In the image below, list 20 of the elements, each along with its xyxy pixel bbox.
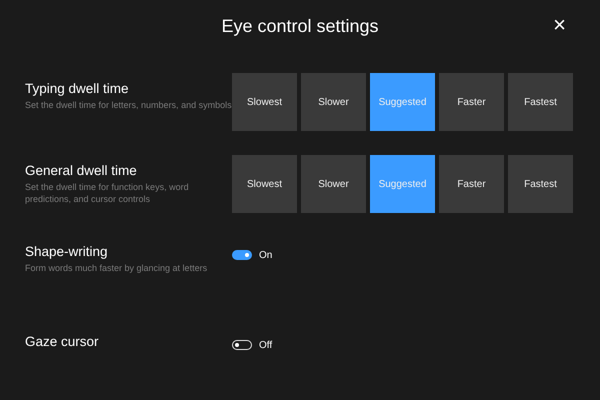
setting-label: General dwell time <box>25 163 138 178</box>
setting-label: Shape-writing <box>25 244 109 259</box>
dwell-option[interactable]: Faster <box>439 73 504 131</box>
setting-description: Set the dwell time for function keys, word predictions, and cursor controls <box>25 181 190 205</box>
toggle-state: On <box>259 250 272 260</box>
window-title: Eye control settings <box>221 16 379 36</box>
dwell-option[interactable]: Faster <box>439 155 504 213</box>
dwell-option[interactable]: Slower <box>301 73 366 131</box>
dwell-option[interactable]: Slower <box>301 155 366 213</box>
setting-label: Gaze cursor <box>25 334 100 349</box>
setting-label: Typing dwell time <box>25 81 130 96</box>
dwell-option[interactable]: Fastest <box>508 155 573 213</box>
toggle-state: Off <box>259 340 272 350</box>
setting-description: Form words much faster by glancing at letters <box>25 262 208 274</box>
dwell-option[interactable]: Fastest <box>508 73 573 131</box>
toggle-switch[interactable] <box>232 250 252 260</box>
setting-description: Set the dwell time for letters, numbers, and symbols <box>25 99 232 111</box>
dwell-option[interactable]: Slowest <box>232 73 297 131</box>
close-button[interactable]: × <box>549 12 570 38</box>
dwell-option[interactable]: Slowest <box>232 155 297 213</box>
